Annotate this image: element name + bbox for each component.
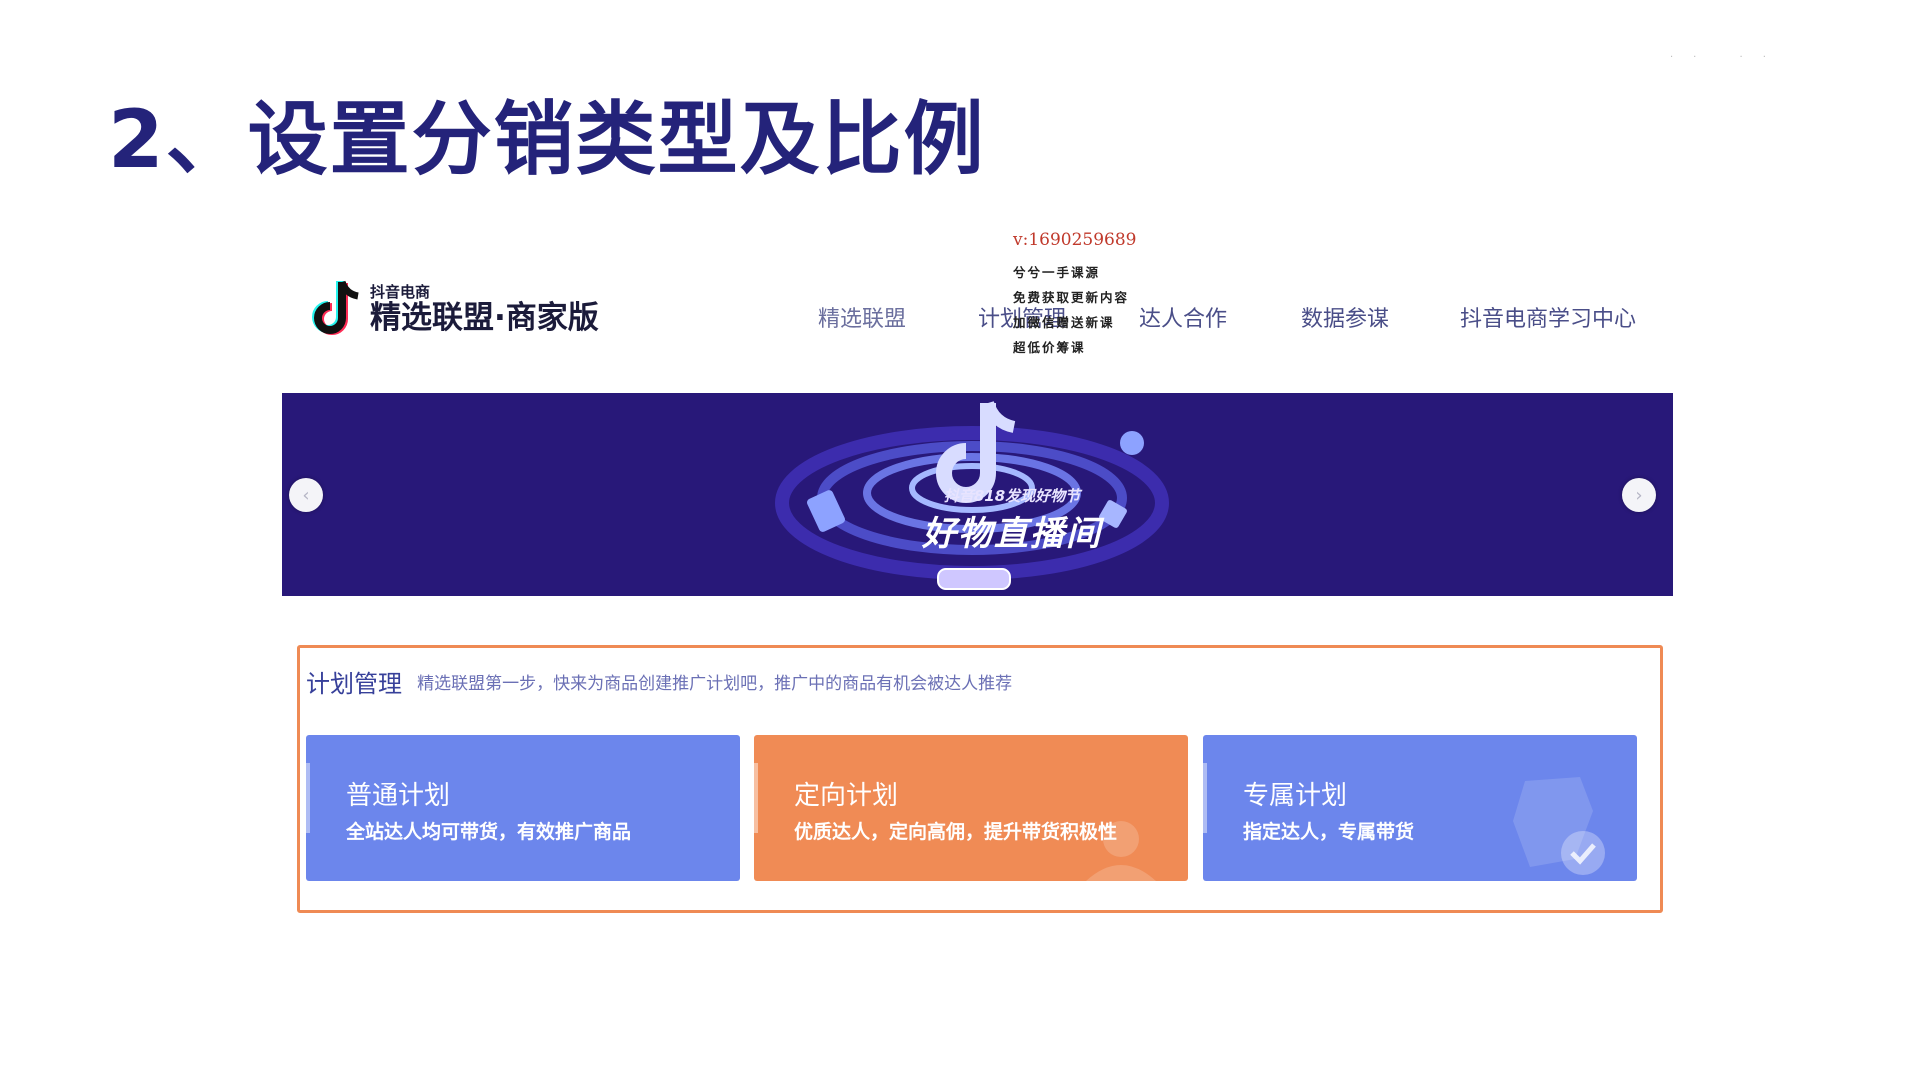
plan-section-description: 精选联盟第一步，快来为商品创建推广计划吧，推广中的商品有机会被达人推荐 (417, 674, 1013, 694)
person-icon (1086, 821, 1156, 881)
watermark-line: 加微信赠送新课 (1013, 315, 1115, 330)
watermark-line: 兮兮一手课源 (1013, 265, 1101, 280)
card-title: 普通计划 (346, 781, 451, 811)
plan-heading: 计划管理 精选联盟第一步，快来为商品创建推广计划吧，推广中的商品有机会被达人推荐 (306, 664, 1012, 699)
watermark-overlay: v:1690259689 兮兮一手课源 免费获取更新内容 加微信赠送新课 超低价… (1013, 230, 1137, 360)
watermark-line: 免费获取更新内容 (1013, 290, 1130, 305)
card-description: 全站达人均可带货，有效推广商品 (346, 821, 632, 843)
douyin-note-icon (312, 280, 359, 335)
card-title: 定向计划 (794, 781, 899, 811)
card-notch (1203, 763, 1207, 833)
promo-banner[interactable]: 抖音818发现好物节 好物直播间 (282, 393, 1673, 596)
card-notch (754, 763, 758, 833)
card-description: 优质达人，定向高佣，提升带货积极性 (794, 821, 1118, 843)
banner-title: 好物直播间 (922, 514, 1102, 554)
slide-title: 2、设置分销类型及比例 (108, 93, 986, 186)
watermark-phone: v:1690259689 (1013, 230, 1137, 250)
plan-card-targeted[interactable]: 定向计划 优质达人，定向高佣，提升带货积极性 (754, 735, 1188, 881)
card-title: 专属计划 (1243, 781, 1348, 811)
nav-data-advisor[interactable]: 数据参谋 (1301, 301, 1389, 333)
douyin-logo[interactable]: 抖音电商 精选联盟·商家版 (310, 278, 599, 340)
card-notch (306, 763, 310, 833)
plan-card-general[interactable]: 普通计划 全站达人均可带货，有效推广商品 (306, 735, 740, 881)
card-description: 指定达人，专属带货 (1243, 821, 1415, 843)
banner-cta-pill[interactable] (937, 568, 1011, 590)
shield-check-icon (1513, 777, 1605, 875)
nav-jingxuan-lianmeng[interactable]: 精选联盟 (818, 301, 906, 333)
corner-dots: ·· ·· (1670, 52, 1786, 63)
plan-section-title: 计划管理 (306, 670, 402, 698)
banner-subtitle: 抖音818发现好物节 (943, 487, 1081, 505)
logo-main-text: 精选联盟·商家版 (370, 299, 599, 336)
watermark-line: 超低价筹课 (1013, 340, 1086, 355)
carousel-prev-button[interactable]: ‹ (289, 478, 323, 512)
carousel-next-button[interactable]: › (1622, 478, 1656, 512)
logo-small-text: 抖音电商 (370, 282, 431, 301)
plan-card-exclusive[interactable]: 专属计划 指定达人，专属带货 (1203, 735, 1637, 881)
nav-creator-cooperation[interactable]: 达人合作 (1139, 301, 1227, 333)
nav-learning-center[interactable]: 抖音电商学习中心 (1460, 301, 1636, 333)
